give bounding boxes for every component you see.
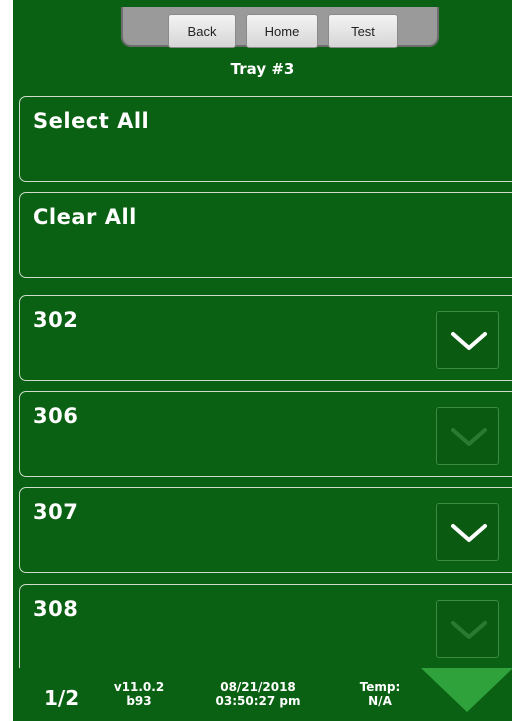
item-label: 306 (33, 404, 79, 428)
item-checkbox[interactable] (436, 600, 499, 658)
item-checkbox[interactable] (436, 503, 499, 561)
app-screen: Back Home Test Tray #3 Select All Clear … (13, 0, 512, 721)
page-title: Tray #3 (230, 60, 295, 78)
list-item-306[interactable]: 306 (19, 391, 512, 477)
test-button[interactable]: Test (328, 14, 398, 48)
page-indicator: 1/2 (44, 686, 80, 710)
home-button[interactable]: Home (246, 14, 318, 48)
select-all-label: Select All (33, 109, 150, 133)
checkmark-icon (451, 428, 487, 446)
version-text: v11.0.2 (113, 680, 165, 694)
checkmark-icon (451, 524, 487, 542)
item-label: 302 (33, 308, 79, 332)
version-info: v11.0.2 b93 (109, 680, 169, 708)
build-text: b93 (126, 694, 152, 708)
next-page-arrow-icon[interactable] (421, 668, 512, 712)
list-item-308[interactable]: 308 (19, 584, 512, 674)
item-checkbox[interactable] (436, 311, 499, 369)
temp-label: Temp: (359, 680, 401, 694)
status-bar: 1/2 v11.0.2 b93 08/21/2018 03:50:27 pm T… (13, 668, 512, 721)
temp-value: N/A (368, 694, 392, 708)
list-item-307[interactable]: 307 (19, 487, 512, 573)
item-label: 307 (33, 500, 79, 524)
item-label: 308 (33, 597, 79, 621)
list-item-302[interactable]: 302 (19, 295, 512, 381)
checkmark-icon (451, 332, 487, 350)
item-checkbox[interactable] (436, 407, 499, 465)
datetime-info: 08/21/2018 03:50:27 pm (203, 680, 313, 708)
clear-all-label: Clear All (33, 205, 137, 229)
select-all-button[interactable]: Select All (19, 96, 512, 182)
back-button[interactable]: Back (168, 14, 236, 48)
clear-all-button[interactable]: Clear All (19, 192, 512, 278)
temperature-info: Temp: N/A (355, 680, 405, 708)
date-text: 08/21/2018 (220, 680, 296, 694)
checkmark-icon (451, 621, 487, 639)
time-text: 03:50:27 pm (215, 694, 301, 708)
